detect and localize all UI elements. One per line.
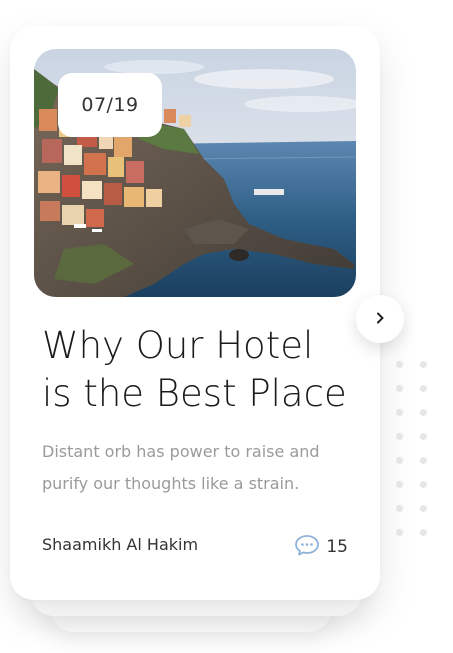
post-author[interactable]: Shaamikh Al Hakim: [42, 535, 198, 554]
dot: [396, 529, 403, 536]
dot: [396, 433, 403, 440]
dot: [396, 505, 403, 512]
post-title-line-2[interactable]: is the Best Place: [42, 370, 352, 418]
speech-bubble-icon: [294, 534, 320, 560]
comment-count: 15: [326, 537, 348, 557]
dot: [396, 361, 403, 368]
dot: [420, 361, 427, 368]
post-title-line-1[interactable]: Why Our Hotel: [42, 322, 352, 370]
dot: [420, 481, 427, 488]
post-excerpt: Distant orb has power to raise and purif…: [42, 442, 320, 493]
dot: [396, 481, 403, 488]
chevron-right-icon: [373, 310, 387, 329]
dot: [396, 385, 403, 392]
date-badge: 07/19: [58, 73, 162, 137]
dot: [420, 433, 427, 440]
post-title[interactable]: Why Our Hotel is the Best Place: [42, 322, 352, 418]
dot: [420, 409, 427, 416]
dot: [396, 409, 403, 416]
dot: [420, 457, 427, 464]
decorative-dot-grid: [396, 361, 427, 536]
dot: [420, 385, 427, 392]
next-button[interactable]: [356, 295, 404, 343]
dot: [420, 529, 427, 536]
dot: [396, 457, 403, 464]
blog-post-card[interactable]: 07/19 Why Our Hotel is the Best Place Di…: [10, 26, 380, 600]
comments-link[interactable]: 15: [294, 534, 348, 560]
dot: [420, 505, 427, 512]
